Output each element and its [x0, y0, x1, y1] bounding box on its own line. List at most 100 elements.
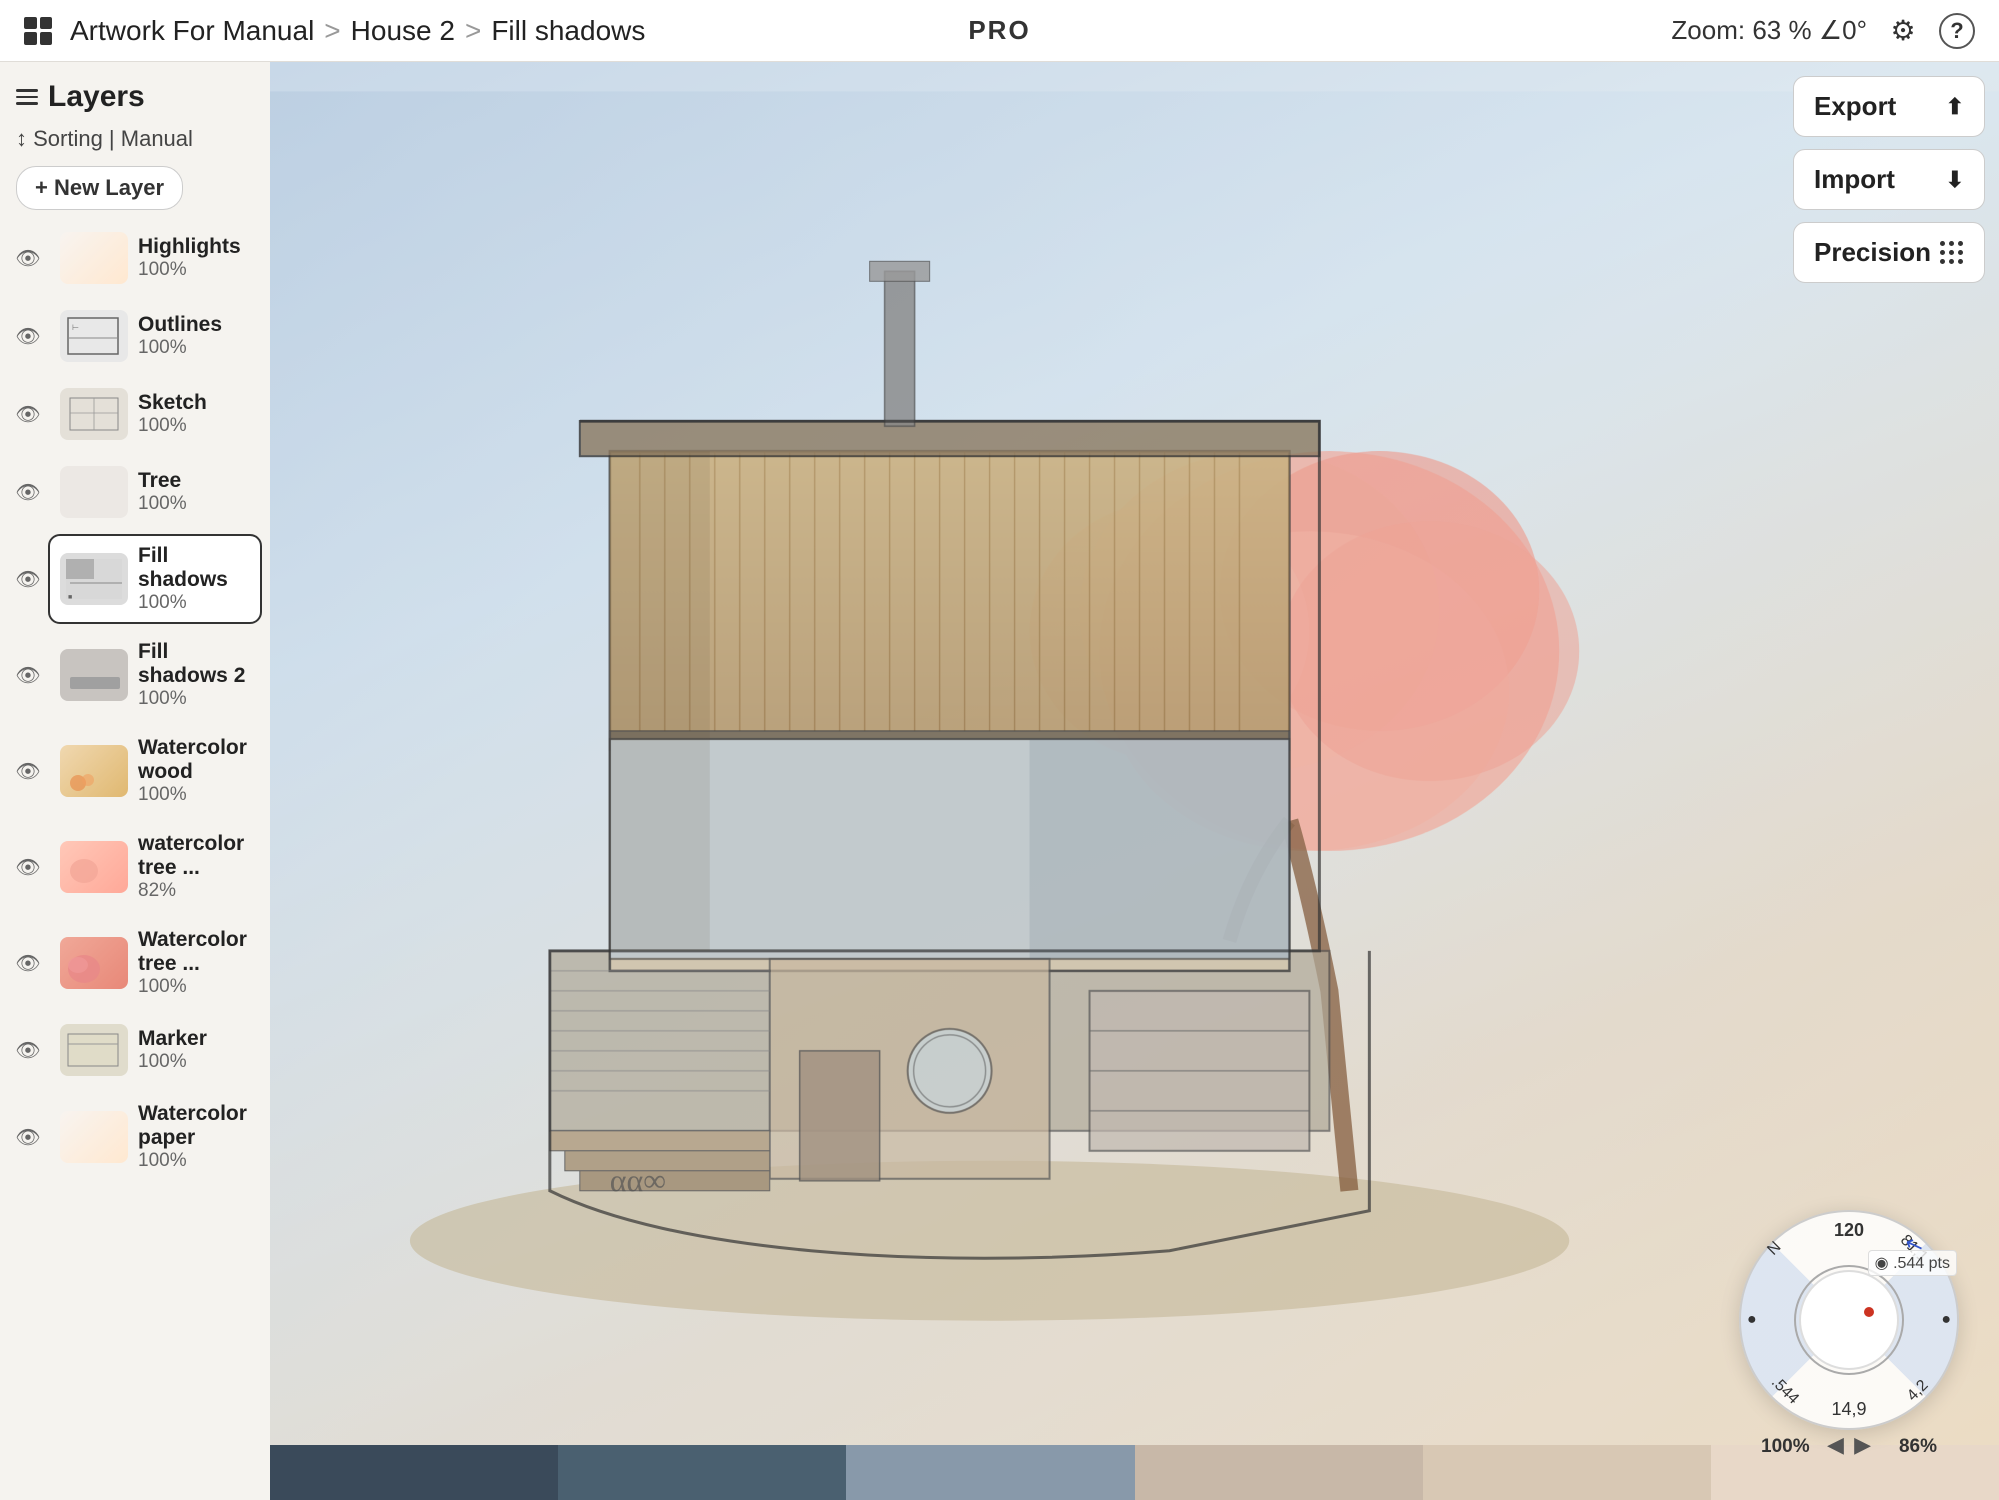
layer-item-8[interactable]: Watercolor tree ...100%: [48, 918, 262, 1008]
layer-eye-0[interactable]: 👁: [8, 238, 48, 278]
layer-row-5: 👁Fill shadows 2100%: [8, 630, 262, 720]
layer-row-7: 👁watercolor tree ...82%: [8, 822, 262, 912]
sorting-button[interactable]: ↕ Sorting | Manual: [16, 126, 193, 152]
layer-row-2: 👁Sketch100%: [8, 378, 262, 450]
layer-eye-8[interactable]: 👁: [8, 943, 48, 983]
layer-thumb-1: ⊢: [60, 310, 128, 362]
layer-opacity-8: 100%: [138, 976, 250, 998]
layer-name-2: Sketch: [138, 391, 250, 415]
import-button[interactable]: Import ⬇: [1793, 149, 1985, 210]
topbar-right: Zoom: 63 % ∠0° ⚙ ?: [1671, 13, 1975, 49]
grid-dots-icon: [1940, 241, 1964, 265]
layer-name-0: Highlights: [138, 235, 250, 259]
color-swatch-4[interactable]: [1423, 1445, 1711, 1500]
wheel-inner: ◉ .544 pts: [1799, 1270, 1899, 1370]
color-swatch-2[interactable]: [846, 1445, 1134, 1500]
svg-text:■: ■: [68, 594, 72, 601]
wheel-right-nav[interactable]: ▶: [1854, 1432, 1871, 1458]
pro-badge: PRO: [968, 15, 1030, 46]
layer-name-4: Fill shadows: [138, 544, 250, 592]
layer-name-1: Outlines: [138, 313, 250, 337]
layer-row-9: 👁Marker100%: [8, 1014, 262, 1086]
wheel-dot: [1864, 1307, 1874, 1317]
app-grid-icon[interactable]: [24, 17, 52, 45]
layer-name-7: watercolor tree ...: [138, 832, 250, 880]
layer-eye-9[interactable]: 👁: [8, 1030, 48, 1070]
layer-name-8: Watercolor tree ...: [138, 928, 250, 976]
layer-eye-6[interactable]: 👁: [8, 751, 48, 791]
layer-thumb-6: [60, 745, 128, 797]
sidebar-header: Layers: [0, 62, 270, 122]
export-button[interactable]: Export ⬆: [1793, 76, 1985, 137]
layer-thumb-3: [60, 466, 128, 518]
layer-item-0[interactable]: Highlights100%: [48, 222, 262, 294]
wheel-left-nav[interactable]: ◀: [1827, 1432, 1844, 1458]
breadcrumb-part2[interactable]: House 2: [351, 15, 455, 47]
top-bar: Artwork For Manual > House 2 > Fill shad…: [0, 0, 1999, 62]
layers-title: Layers: [48, 80, 145, 114]
layer-item-7[interactable]: watercolor tree ...82%: [48, 822, 262, 912]
layer-row-1: 👁 ⊢ Outlines100%: [8, 300, 262, 372]
layer-opacity-1: 100%: [138, 337, 250, 359]
layer-opacity-4: 100%: [138, 592, 250, 614]
layer-thumb-9: [60, 1024, 128, 1076]
layer-eye-3[interactable]: 👁: [8, 472, 48, 512]
layer-row-6: 👁Watercolor wood100%: [8, 726, 262, 816]
precision-button[interactable]: Precision: [1793, 222, 1985, 283]
help-icon[interactable]: ?: [1939, 13, 1975, 49]
layer-row-0: 👁Highlights100%: [8, 222, 262, 294]
layer-item-10[interactable]: Watercolor paper100%: [48, 1092, 262, 1182]
layer-opacity-3: 100%: [138, 493, 250, 515]
new-layer-button[interactable]: + New Layer: [16, 166, 183, 210]
wheel-4-label: 4,2: [1904, 1377, 1932, 1405]
layers-list: 👁Highlights100%👁⊢Outlines100%👁Sketch100%…: [0, 222, 270, 1500]
layer-name-10: Watercolor paper: [138, 1102, 250, 1150]
svg-text:⊢: ⊢: [72, 323, 79, 332]
layer-item-6[interactable]: Watercolor wood100%: [48, 726, 262, 816]
layer-opacity-10: 100%: [138, 1150, 250, 1172]
layer-thumb-10: [60, 1111, 128, 1163]
layer-eye-4[interactable]: 👁: [8, 559, 48, 599]
layer-row-4: 👁 ■ Fill shadows100%: [8, 534, 262, 624]
layer-eye-10[interactable]: 👁: [8, 1117, 48, 1157]
layer-thumb-4: ■: [60, 553, 128, 605]
layer-opacity-6: 100%: [138, 784, 250, 806]
layer-row-3: 👁Tree100%: [8, 456, 262, 528]
layer-eye-1[interactable]: 👁: [8, 316, 48, 356]
layer-opacity-5: 100%: [138, 688, 250, 710]
breadcrumb-sep2: >: [465, 15, 481, 47]
export-icon: ⬆: [1946, 94, 1964, 120]
layer-opacity-2: 100%: [138, 415, 250, 437]
layer-name-3: Tree: [138, 469, 250, 493]
gear-icon[interactable]: ⚙: [1885, 13, 1921, 49]
layer-opacity-0: 100%: [138, 259, 250, 281]
color-strip: [270, 1445, 1999, 1500]
wheel-pts-label: ◉ .544 pts: [1868, 1250, 1957, 1276]
breadcrumb-part3[interactable]: Fill shadows: [491, 15, 645, 47]
layer-item-5[interactable]: Fill shadows 2100%: [48, 630, 262, 720]
layer-item-4[interactable]: ■ Fill shadows100%: [48, 534, 262, 624]
layer-eye-5[interactable]: 👁: [8, 655, 48, 695]
hamburger-icon[interactable]: [16, 89, 38, 105]
layer-eye-7[interactable]: 👁: [8, 847, 48, 887]
sorting-row: ↕ Sorting | Manual: [0, 122, 270, 160]
zoom-label: Zoom: 63 % ∠0°: [1671, 15, 1867, 46]
layer-item-1[interactable]: ⊢ Outlines100%: [48, 300, 262, 372]
breadcrumb: Artwork For Manual > House 2 > Fill shad…: [70, 15, 645, 47]
breadcrumb-part1[interactable]: Artwork For Manual: [70, 15, 314, 47]
layer-eye-2[interactable]: 👁: [8, 394, 48, 434]
color-swatch-1[interactable]: [558, 1445, 846, 1500]
wheel-circle[interactable]: 120 81,1 ● 4,2 14,9 .544 ● N ↖ ◉ .544 pt…: [1739, 1210, 1959, 1430]
color-swatch-0[interactable]: [270, 1445, 558, 1500]
precision-wheel[interactable]: 120 81,1 ● 4,2 14,9 .544 ● N ↖ ◉ .544 pt…: [1739, 1210, 1959, 1430]
layer-name-6: Watercolor wood: [138, 736, 250, 784]
layer-item-3[interactable]: Tree100%: [48, 456, 262, 528]
layer-thumb-0: [60, 232, 128, 284]
wheel-top-label: 120: [1834, 1220, 1864, 1241]
layer-item-2[interactable]: Sketch100%: [48, 378, 262, 450]
layer-thumb-7: [60, 841, 128, 893]
layer-thumb-2: [60, 388, 128, 440]
color-swatch-3[interactable]: [1135, 1445, 1423, 1500]
breadcrumb-sep1: >: [324, 15, 340, 47]
layer-item-9[interactable]: Marker100%: [48, 1014, 262, 1086]
